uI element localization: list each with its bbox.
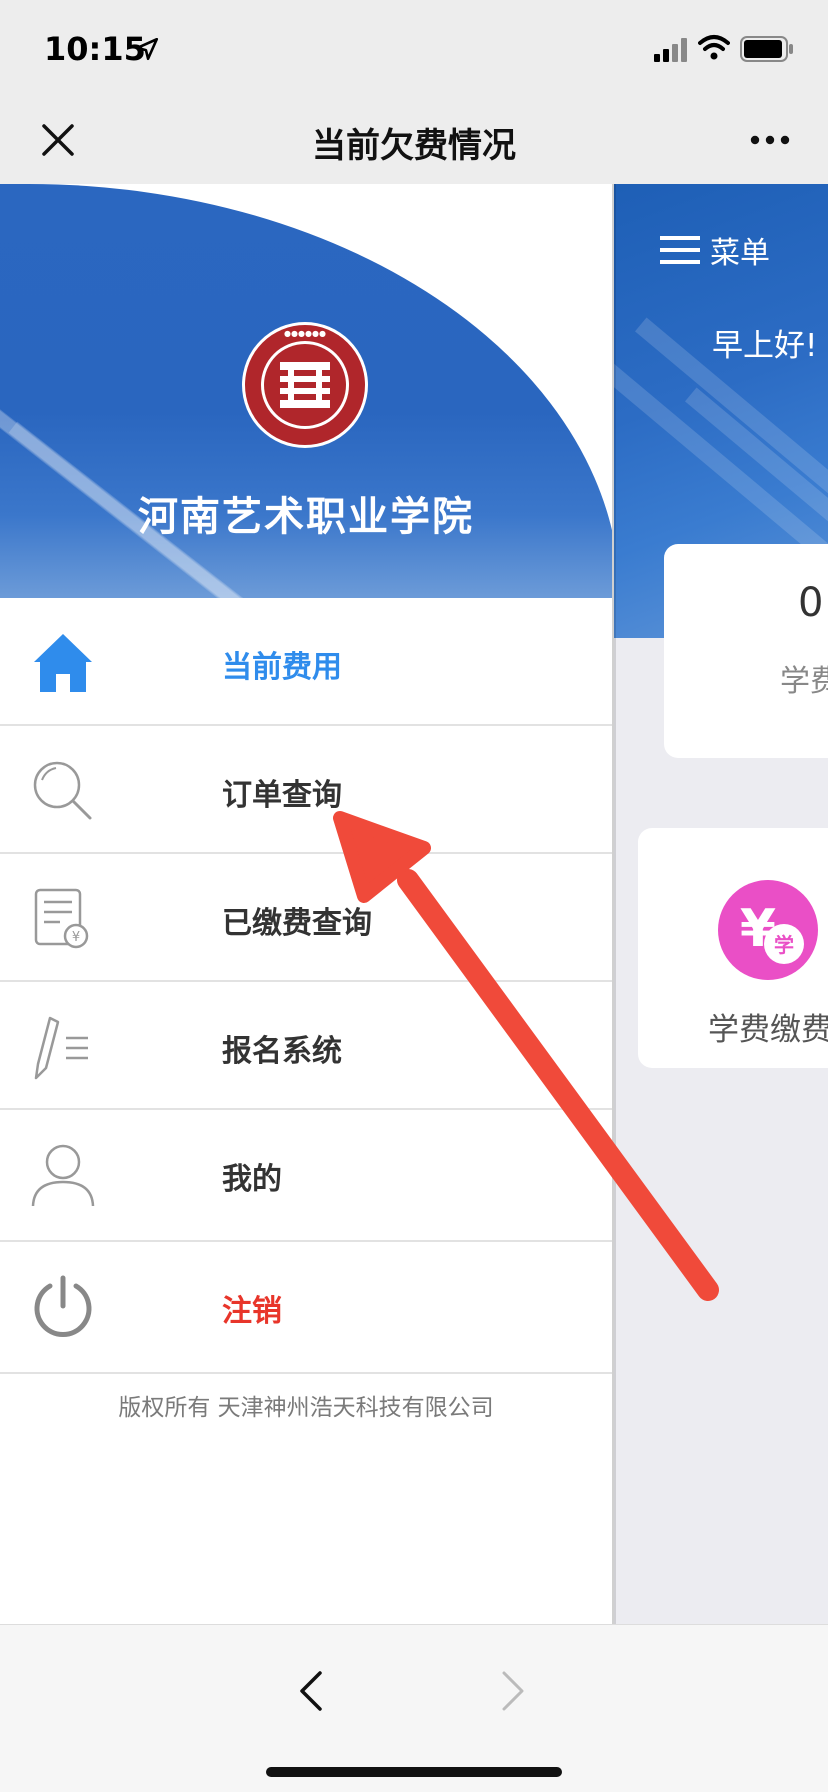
menu-label-mine: 我的	[222, 1162, 282, 1197]
fee-summary-card[interactable]: 0 学费	[664, 544, 828, 758]
menu-label-paid-query: 已缴费查询	[222, 906, 372, 941]
side-drawer: ●●●●●● 河南艺术职业学院 当前费用 订单查询 ¥ 已缴费查询 报名系统 我…	[0, 184, 612, 1624]
svg-text:●●●●●●: ●●●●●●	[284, 329, 326, 338]
drawer-shadow	[612, 184, 616, 1624]
drawer-menu: 当前费用 订单查询 ¥ 已缴费查询 报名系统 我的 注销	[0, 598, 612, 1374]
svg-text:¥: ¥	[72, 930, 80, 945]
menu-label-logout: 注销	[222, 1294, 282, 1329]
power-icon	[34, 1275, 92, 1337]
search-icon	[33, 761, 92, 820]
menu-label-registration: 报名系统	[222, 1034, 342, 1069]
tuition-fee-icon: ¥ 学	[718, 880, 818, 980]
menu-item-logout[interactable]: 注销	[0, 1242, 612, 1374]
status-time: 10:15	[44, 30, 146, 68]
school-logo: ●●●●●●	[242, 322, 368, 448]
status-bar: 10:15	[0, 0, 828, 96]
user-icon	[31, 1144, 95, 1207]
more-icon[interactable]	[750, 134, 790, 146]
menu-label-current-fees: 当前费用	[222, 650, 342, 685]
wifi-icon	[698, 35, 730, 60]
fee-amount-label: 学费	[780, 664, 828, 699]
nav-bar: 当前欠费情况	[0, 96, 828, 184]
drawer-header: ●●●●●● 河南艺术职业学院	[0, 184, 612, 598]
menu-item-paid-query[interactable]: ¥ 已缴费查询	[0, 854, 612, 982]
battery-icon	[740, 36, 793, 62]
page-title: 当前欠费情况	[312, 126, 516, 166]
pen-list-icon	[34, 1016, 88, 1080]
chevron-right-icon[interactable]	[500, 1669, 528, 1713]
hamburger-icon	[660, 236, 700, 264]
menu-button[interactable]: 菜单	[660, 228, 770, 272]
tuition-payment-card[interactable]: ¥ 学 学费缴费	[638, 828, 828, 1068]
background-page: 菜单 早上好! 0 学费 ¥ 学 学费缴费	[614, 184, 828, 1624]
browser-toolbar	[0, 1624, 828, 1792]
home-icon	[34, 634, 92, 692]
greeting-text: 早上好!	[712, 328, 818, 364]
home-indicator	[266, 1767, 562, 1777]
menu-label: 菜单	[710, 236, 770, 271]
fee-icon-text: 学	[774, 933, 794, 957]
tuition-payment-label: 学费缴费	[708, 1012, 828, 1048]
copyright-text: 版权所有 天津神州浩天科技有限公司	[118, 1395, 494, 1421]
menu-item-order-query[interactable]: 订单查询	[0, 726, 612, 854]
chevron-left-icon[interactable]	[296, 1669, 324, 1713]
receipt-icon: ¥	[34, 888, 89, 949]
menu-item-mine[interactable]: 我的	[0, 1110, 612, 1242]
cellular-signal-icon	[654, 38, 687, 62]
fee-amount: 0	[798, 580, 824, 626]
location-arrow-icon	[135, 37, 159, 61]
menu-item-registration[interactable]: 报名系统	[0, 982, 612, 1110]
school-name: 河南艺术职业学院	[138, 494, 474, 540]
menu-item-current-fees[interactable]: 当前费用	[0, 598, 612, 726]
menu-label-order-query: 订单查询	[222, 778, 342, 813]
